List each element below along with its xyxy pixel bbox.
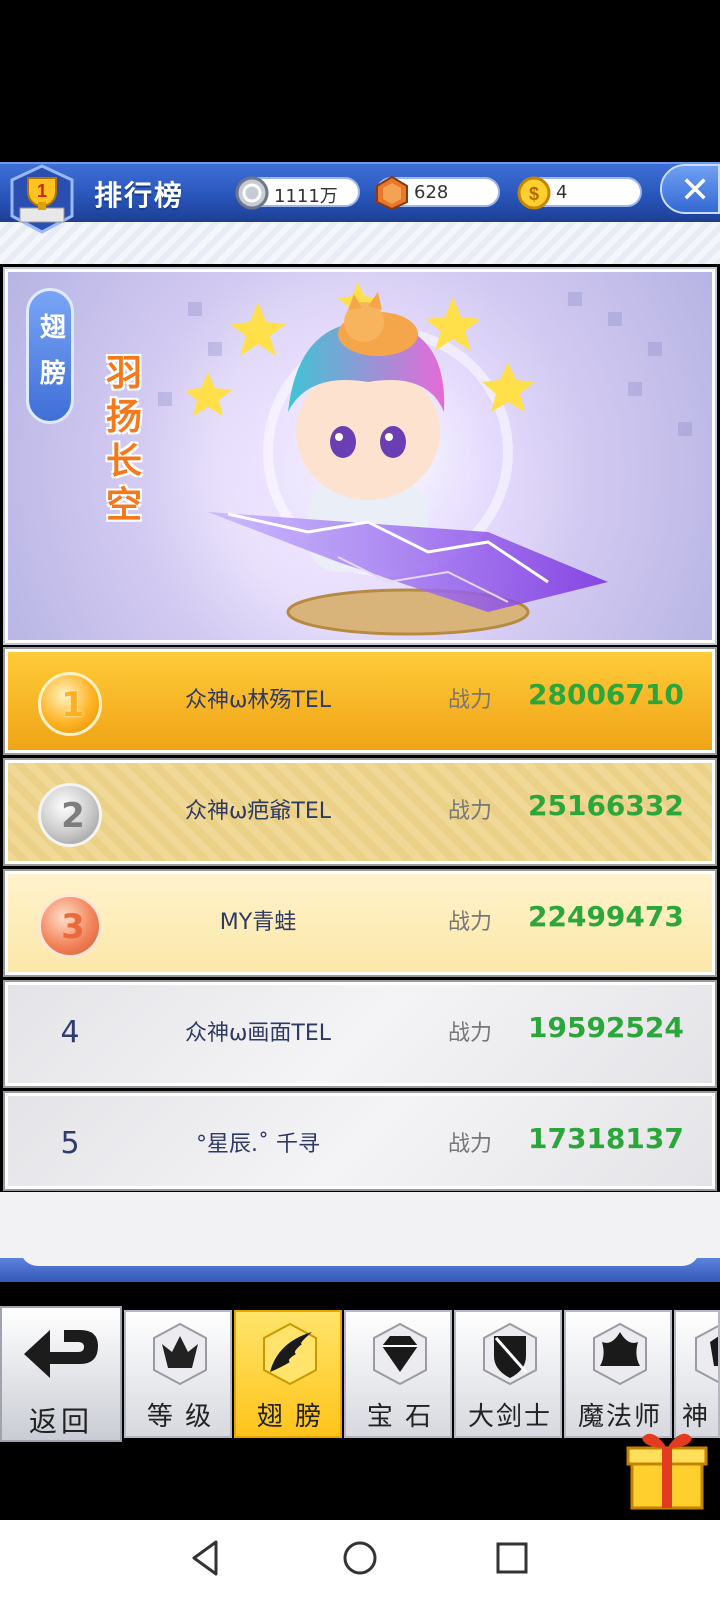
category-tag: 翅 膀 [26,288,74,424]
silver-medal-icon: 2 [38,783,102,847]
ranking-row[interactable]: 2 众神ω疤爺TEL 战力 25166332 [5,760,715,864]
wing-name-char: 扬 [105,397,142,438]
nav-back-icon[interactable] [184,1536,228,1580]
tab-label: 翅 膀 [256,1402,324,1432]
ranking-row[interactable]: 4 众神ω画面TEL 战力 19592524 [5,982,715,1086]
silver-coin-counter: 1111万 [235,176,360,210]
crystal-counter: 628 [376,175,500,211]
back-button[interactable]: 返回 [0,1306,122,1442]
power-value: 19592524 [528,1011,684,1044]
category-tag-char: 膀 [39,359,66,389]
close-icon: ✕ [680,170,711,211]
rank-number: 4 [60,1015,80,1050]
power-label: 战力 [448,799,493,824]
crystal-value: 628 [414,182,449,203]
level-emblem-icon [153,1322,207,1386]
pixel-deco [678,422,692,436]
tab-gem[interactable]: 宝 石 [344,1310,452,1438]
mage-emblem-icon [593,1322,647,1386]
top-bar-strip [0,222,720,264]
nav-home-icon[interactable] [338,1536,382,1580]
pixel-deco [158,392,172,406]
gold-coin-icon: $ [517,176,551,210]
rank-number: 5 [60,1126,80,1161]
tab-mage[interactable]: 魔法师 [564,1310,672,1438]
svg-text:1: 1 [37,181,47,201]
power-label: 战力 [448,1021,493,1046]
power-label: 战力 [448,1132,493,1157]
diamond-icon [373,1322,427,1386]
wing-name: 羽 扬 长 空 [100,352,148,528]
player-name: °星辰.˚ 千寻 [196,1132,320,1157]
svg-text:$: $ [529,184,539,204]
ranking-row[interactable]: 3 MY青蛙 战力 22499473 [5,871,715,975]
tab-swordsman[interactable]: 大剑士 [454,1310,562,1438]
trophy-icon: 1 [10,164,74,234]
gift-box-icon[interactable] [622,1424,712,1514]
panel-bottom-inner [20,1236,700,1266]
tab-label: 等 级 [146,1402,214,1432]
shield-sword-icon [483,1322,537,1386]
player-name: 众神ω画面TEL [184,1021,332,1046]
wing-showcase: 翅 膀 羽 扬 长 空 [5,269,715,643]
crystal-icon [376,175,408,211]
tab-god[interactable]: 神 [674,1310,720,1438]
player-name: 众神ω林殇TEL [184,688,332,713]
back-label: 返回 [28,1405,93,1438]
page-title: 排行榜 [94,179,185,212]
ranking-row[interactable]: 5 °星辰.˚ 千寻 战力 17318137 [5,1093,715,1189]
character-illustration [188,282,608,636]
gold-coin-value: 4 [556,182,568,203]
back-arrow-icon [24,1330,98,1378]
wing-name-char: 空 [105,485,142,526]
silver-coin-value: 1111万 [274,186,338,207]
power-label: 战力 [448,910,493,935]
bronze-medal-icon: 3 [38,894,102,958]
silver-coin-icon [235,176,269,210]
gold-medal-icon: 1 [38,672,102,736]
gold-coin-counter: $ 4 [517,176,642,210]
nav-recents-icon[interactable] [490,1536,534,1580]
close-button[interactable]: ✕ [660,164,720,214]
wing-icon [263,1322,317,1386]
power-value: 17318137 [528,1122,684,1155]
player-name: 众神ω疤爺TEL [184,799,332,824]
power-value: 22499473 [528,900,684,933]
god-emblem-icon [695,1325,718,1383]
power-label: 战力 [448,688,493,713]
player-name: MY青蛙 [219,910,297,935]
power-value: 25166332 [528,789,684,822]
power-value: 28006710 [528,678,684,711]
category-tag-char: 翅 [39,313,66,343]
wing-name-char: 长 [105,441,142,482]
ranking-row[interactable]: 1 众神ω林殇TEL 战力 28006710 [5,649,715,753]
tab-level[interactable]: 等 级 [124,1310,232,1438]
wing-name-char: 羽 [105,353,142,394]
tab-label: 宝 石 [366,1402,434,1432]
tab-label: 大剑士 [467,1402,552,1432]
tab-wings[interactable]: 翅 膀 [234,1310,342,1438]
game-screen: 1 排行榜 1111万 628 $ 4 ✕ 翅 膀 羽 扬 长 空 1 众神ω林… [0,0,720,1600]
